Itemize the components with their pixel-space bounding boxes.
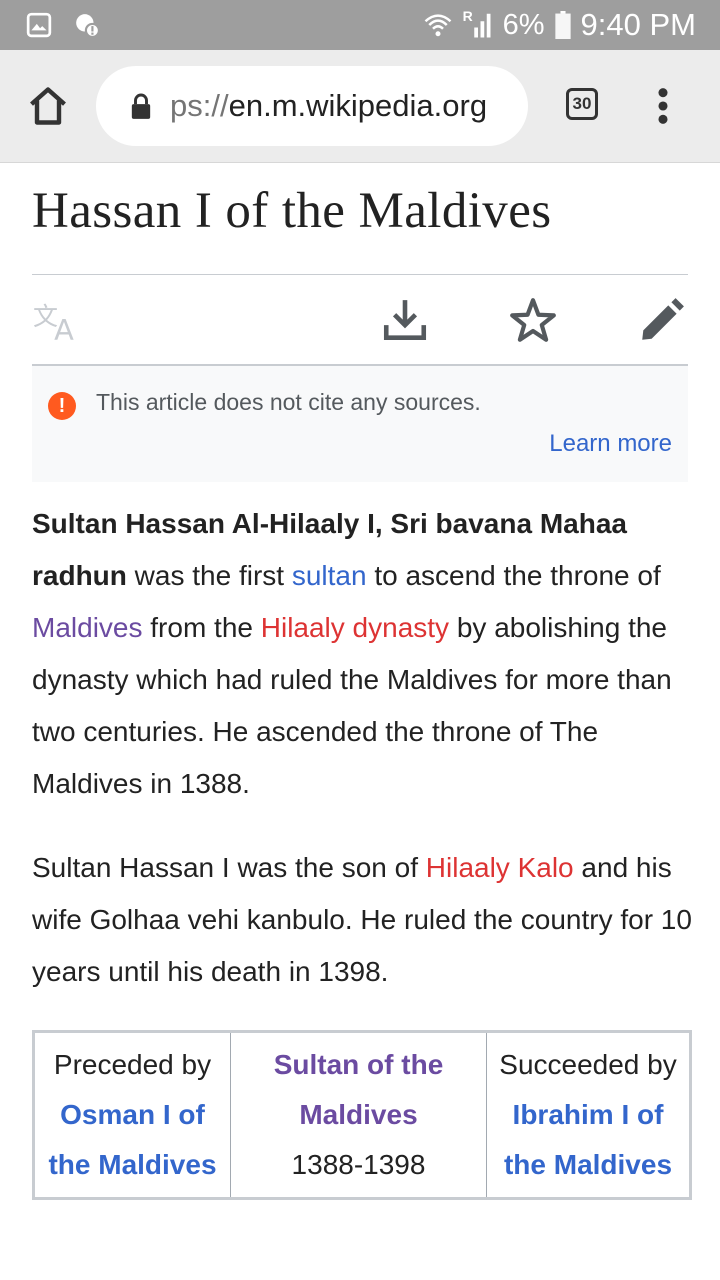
home-icon[interactable]: [26, 84, 70, 128]
office-cell: Sultan of the Maldives 1388-1398: [231, 1033, 487, 1197]
text: was the first: [126, 560, 292, 591]
ambox-notice[interactable]: ! This article does not cite any sources…: [32, 366, 688, 482]
warning-icon: !: [48, 392, 76, 420]
office-link[interactable]: Sultan of the: [274, 1040, 444, 1090]
url-text: ps://en.m.wikipedia.org: [170, 88, 487, 124]
preceded-link[interactable]: Osman I of: [60, 1090, 205, 1140]
preceded-label: Preceded by: [53, 1049, 212, 1080]
divider: [32, 274, 688, 275]
link-hilaaly-dynasty[interactable]: Hilaaly dynasty: [261, 612, 449, 643]
link-maldives[interactable]: Maldives: [32, 612, 142, 643]
browser-toolbar: ps://en.m.wikipedia.org 30: [0, 50, 720, 163]
signal-icon: R: [463, 8, 493, 40]
text: from the: [142, 612, 261, 643]
page-actions: 文 A: [32, 292, 688, 352]
download-icon[interactable]: [380, 296, 430, 346]
battery-percent: 6%: [502, 8, 545, 41]
overflow-menu-icon[interactable]: [656, 86, 670, 126]
office-link[interactable]: Maldives: [299, 1090, 417, 1140]
preceded-link[interactable]: the Maldives: [48, 1140, 216, 1190]
succession-box: Preceded by Osman I of the Maldives Sult…: [32, 1030, 692, 1200]
gallery-icon: [26, 12, 52, 38]
succeeded-label: Succeeded by: [499, 1049, 677, 1080]
url-host: en.m.wikipedia.org: [228, 88, 488, 123]
office-years: 1388-1398: [291, 1149, 426, 1180]
text: Sultan Hassan I was the son of: [32, 852, 426, 883]
language-icon[interactable]: 文 A: [32, 296, 84, 346]
succeeded-link[interactable]: Ibrahim I of: [513, 1090, 664, 1140]
status-bar: R 6% 9:40 PM: [0, 0, 720, 50]
wifi-icon: [424, 14, 451, 37]
link-hilaaly-kalo[interactable]: Hilaaly Kalo: [426, 852, 574, 883]
edit-icon[interactable]: [636, 296, 686, 346]
page-title: Hassan I of the Maldives: [32, 183, 552, 239]
succeeded-cell: Succeeded by Ibrahim I of the Maldives: [487, 1033, 689, 1197]
paragraph: Sultan Hassan Al-Hilaaly I, Sri bavana M…: [32, 498, 692, 810]
preceded-cell: Preceded by Osman I of the Maldives: [35, 1033, 231, 1197]
link-sultan[interactable]: sultan: [292, 560, 367, 591]
paragraph: Sultan Hassan I was the son of Hilaaly K…: [32, 842, 692, 998]
tab-switcher-button[interactable]: 30: [566, 88, 598, 120]
succeeded-link[interactable]: the Maldives: [504, 1140, 672, 1190]
text: to ascend the throne of: [366, 560, 661, 591]
url-prefix: ps://: [170, 88, 229, 123]
star-icon[interactable]: [508, 296, 558, 346]
clock: 9:40 PM: [580, 7, 696, 42]
address-bar[interactable]: ps://en.m.wikipedia.org: [96, 66, 528, 146]
svg-text:A: A: [54, 313, 74, 346]
learn-more-link[interactable]: Learn more: [549, 430, 672, 458]
battery-icon: [554, 11, 571, 39]
lock-icon: [131, 93, 151, 119]
notification-icon: [76, 14, 100, 38]
notice-message: This article does not cite any sources.: [96, 389, 481, 415]
